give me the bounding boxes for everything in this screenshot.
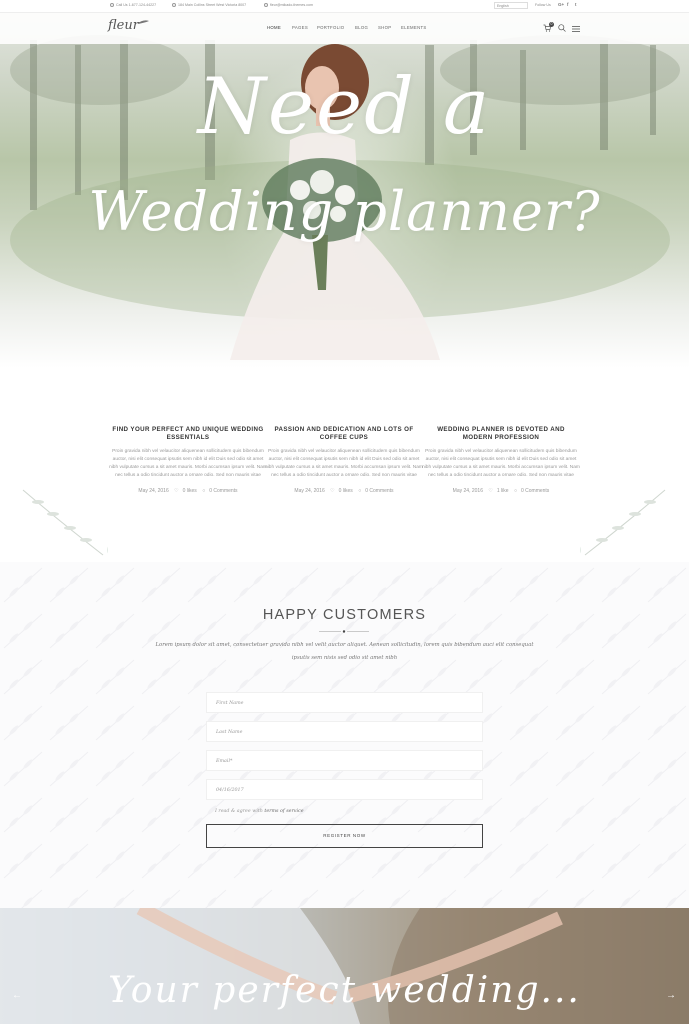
post-likes[interactable]: 0 likes: [339, 488, 353, 494]
heart-icon[interactable]: ♡: [330, 488, 334, 494]
top-bar: Call Us 1-677-124-44227 184 Main Collins…: [0, 0, 689, 12]
post-comments[interactable]: 0 Comments: [521, 488, 549, 494]
email-field[interactable]: Email*: [206, 750, 483, 771]
blog-posts: FIND YOUR PERFECT AND UNIQUE WEDDING ESS…: [0, 420, 689, 550]
post-excerpt: Proin gravida nibh vel velaucitor alique…: [109, 449, 267, 478]
nav-home[interactable]: HOME: [267, 25, 281, 30]
nav-portfolio[interactable]: PORTFOLIO: [317, 25, 344, 30]
prev-arrow-icon[interactable]: ←: [12, 990, 22, 1001]
nav-shop[interactable]: SHOP: [378, 25, 391, 30]
date-field[interactable]: 04/16/2017: [206, 779, 483, 800]
terms-agreement[interactable]: I read & agree with terms of service: [215, 809, 304, 814]
blog-post: PASSION AND DEDICATION AND LOTS OF COFFE…: [265, 426, 423, 494]
heart-icon[interactable]: ♡: [488, 488, 492, 494]
logo[interactable]: fleur: [108, 18, 139, 33]
post-title[interactable]: PASSION AND DEDICATION AND LOTS OF COFFE…: [265, 426, 423, 442]
logo-leaf-icon: [137, 20, 149, 24]
next-arrow-icon[interactable]: →: [666, 990, 676, 1001]
title-divider: [319, 630, 369, 633]
google-plus-icon[interactable]: G+: [558, 2, 564, 7]
heart-icon[interactable]: ♡: [174, 488, 178, 494]
comment-icon: ○: [202, 488, 206, 494]
section-title: HAPPY CUSTOMERS: [262, 607, 427, 623]
follow-label: Follow Us: [535, 3, 551, 7]
menu-icon[interactable]: [572, 26, 580, 32]
nav-blog[interactable]: BLOG: [355, 25, 368, 30]
first-name-field[interactable]: First Name: [206, 692, 483, 713]
comment-icon: ○: [358, 488, 362, 494]
bottom-hero-section: Your perfect wedding... ← →: [0, 908, 689, 1024]
post-likes[interactable]: 1 like: [497, 488, 509, 494]
phone-text: Call Us 1-677-124-44227: [116, 3, 157, 7]
register-button[interactable]: REGISTER NOW: [206, 824, 483, 848]
blog-post: FIND YOUR PERFECT AND UNIQUE WEDDING ESS…: [109, 426, 267, 494]
twitter-icon[interactable]: t: [575, 2, 577, 7]
section-description: Lorem ipsum dolor sit amet, consectetuer…: [155, 642, 534, 661]
post-meta: May 24, 2016 ♡ 0 likes ○ 0 Comments: [265, 488, 423, 494]
post-excerpt: Proin gravida nibh vel velaucitor alique…: [265, 449, 423, 478]
email-text[interactable]: fleur@mikado-themes.com: [270, 3, 313, 7]
cart-count-badge: 0: [549, 22, 554, 27]
main-header: fleur HOME PAGES PORTFOLIO BLOG SHOP ELE…: [0, 12, 689, 44]
language-value: English: [497, 4, 509, 8]
post-comments[interactable]: 0 Comments: [365, 488, 393, 494]
facebook-icon[interactable]: f: [567, 2, 569, 7]
comment-icon: ○: [513, 488, 517, 494]
bottom-heading: Your perfect wedding...: [108, 970, 581, 1011]
blog-post: WEDDING PLANNER IS DEVOTED AND MODERN PR…: [422, 426, 580, 494]
post-meta: May 24, 2016 ♡ 1 like ○ 0 Comments: [422, 488, 580, 494]
post-date[interactable]: May 24, 2016: [294, 488, 324, 494]
hero-heading-line1: Need a: [197, 62, 492, 152]
post-excerpt: Proin gravida nibh vel velaucitor alique…: [422, 449, 580, 478]
post-title[interactable]: FIND YOUR PERFECT AND UNIQUE WEDDING ESS…: [109, 426, 267, 442]
hero-section: Need a Wedding planner?: [0, 0, 689, 400]
post-likes[interactable]: 0 likes: [183, 488, 197, 494]
terms-text: I read & agree with: [215, 809, 263, 814]
hero-heading-line2: Wedding planner?: [88, 180, 601, 243]
phone-icon: [110, 3, 114, 7]
address-text: 184 Main Collins Street West Victoria 80…: [178, 3, 247, 7]
post-date[interactable]: May 24, 2016: [453, 488, 483, 494]
terms-link[interactable]: terms of service: [264, 809, 303, 814]
mail-icon: [264, 3, 268, 7]
post-meta: May 24, 2016 ♡ 0 likes ○ 0 Comments: [109, 488, 267, 494]
search-icon[interactable]: [558, 24, 566, 32]
last-name-field[interactable]: Last Name: [206, 721, 483, 742]
phone-info: Call Us 1-677-124-44227: [110, 3, 156, 7]
happy-customers-section: HAPPY CUSTOMERS Lorem ipsum dolor sit am…: [0, 562, 689, 908]
nav-elements[interactable]: ELEMENTS: [401, 25, 427, 30]
nav-pages[interactable]: PAGES: [292, 25, 308, 30]
post-title[interactable]: WEDDING PLANNER IS DEVOTED AND MODERN PR…: [422, 426, 580, 442]
address-info: 184 Main Collins Street West Victoria 80…: [172, 3, 246, 7]
post-comments[interactable]: 0 Comments: [209, 488, 237, 494]
language-select[interactable]: English: [494, 2, 528, 9]
post-date[interactable]: May 24, 2016: [138, 488, 168, 494]
location-icon: [172, 3, 176, 7]
email-info[interactable]: fleur@mikado-themes.com: [264, 3, 313, 7]
